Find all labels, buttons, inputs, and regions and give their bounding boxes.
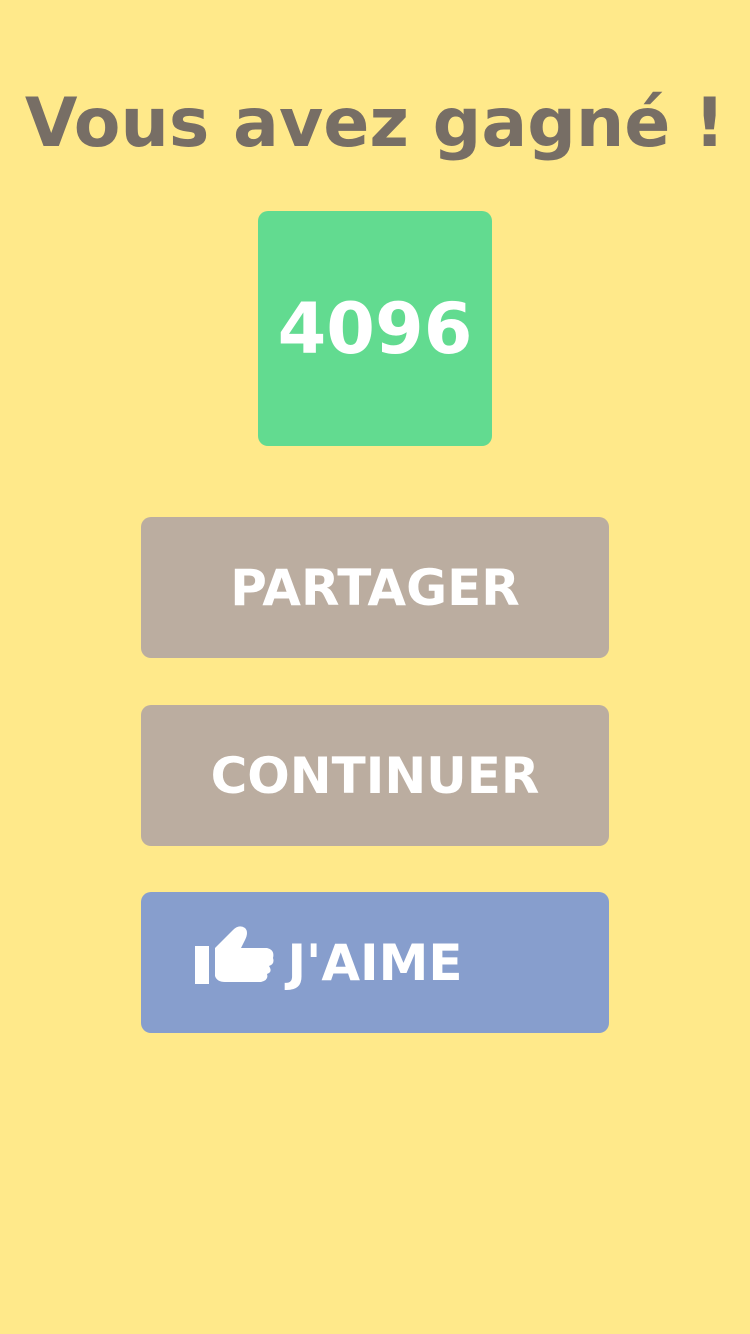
like-button[interactable]: J'AIME (141, 892, 609, 1033)
thumbs-up-icon (195, 925, 274, 984)
share-button-label: PARTAGER (230, 558, 520, 617)
score-tile: 4096 (258, 211, 492, 446)
like-button-label: J'AIME (287, 933, 463, 992)
like-button-content: J'AIME (195, 925, 463, 992)
win-title: Vous avez gagné ! (24, 84, 726, 163)
tile-value: 4096 (277, 287, 473, 370)
continue-button-label: CONTINUER (210, 746, 540, 805)
share-button[interactable]: PARTAGER (141, 517, 609, 658)
continue-button[interactable]: CONTINUER (141, 705, 609, 846)
